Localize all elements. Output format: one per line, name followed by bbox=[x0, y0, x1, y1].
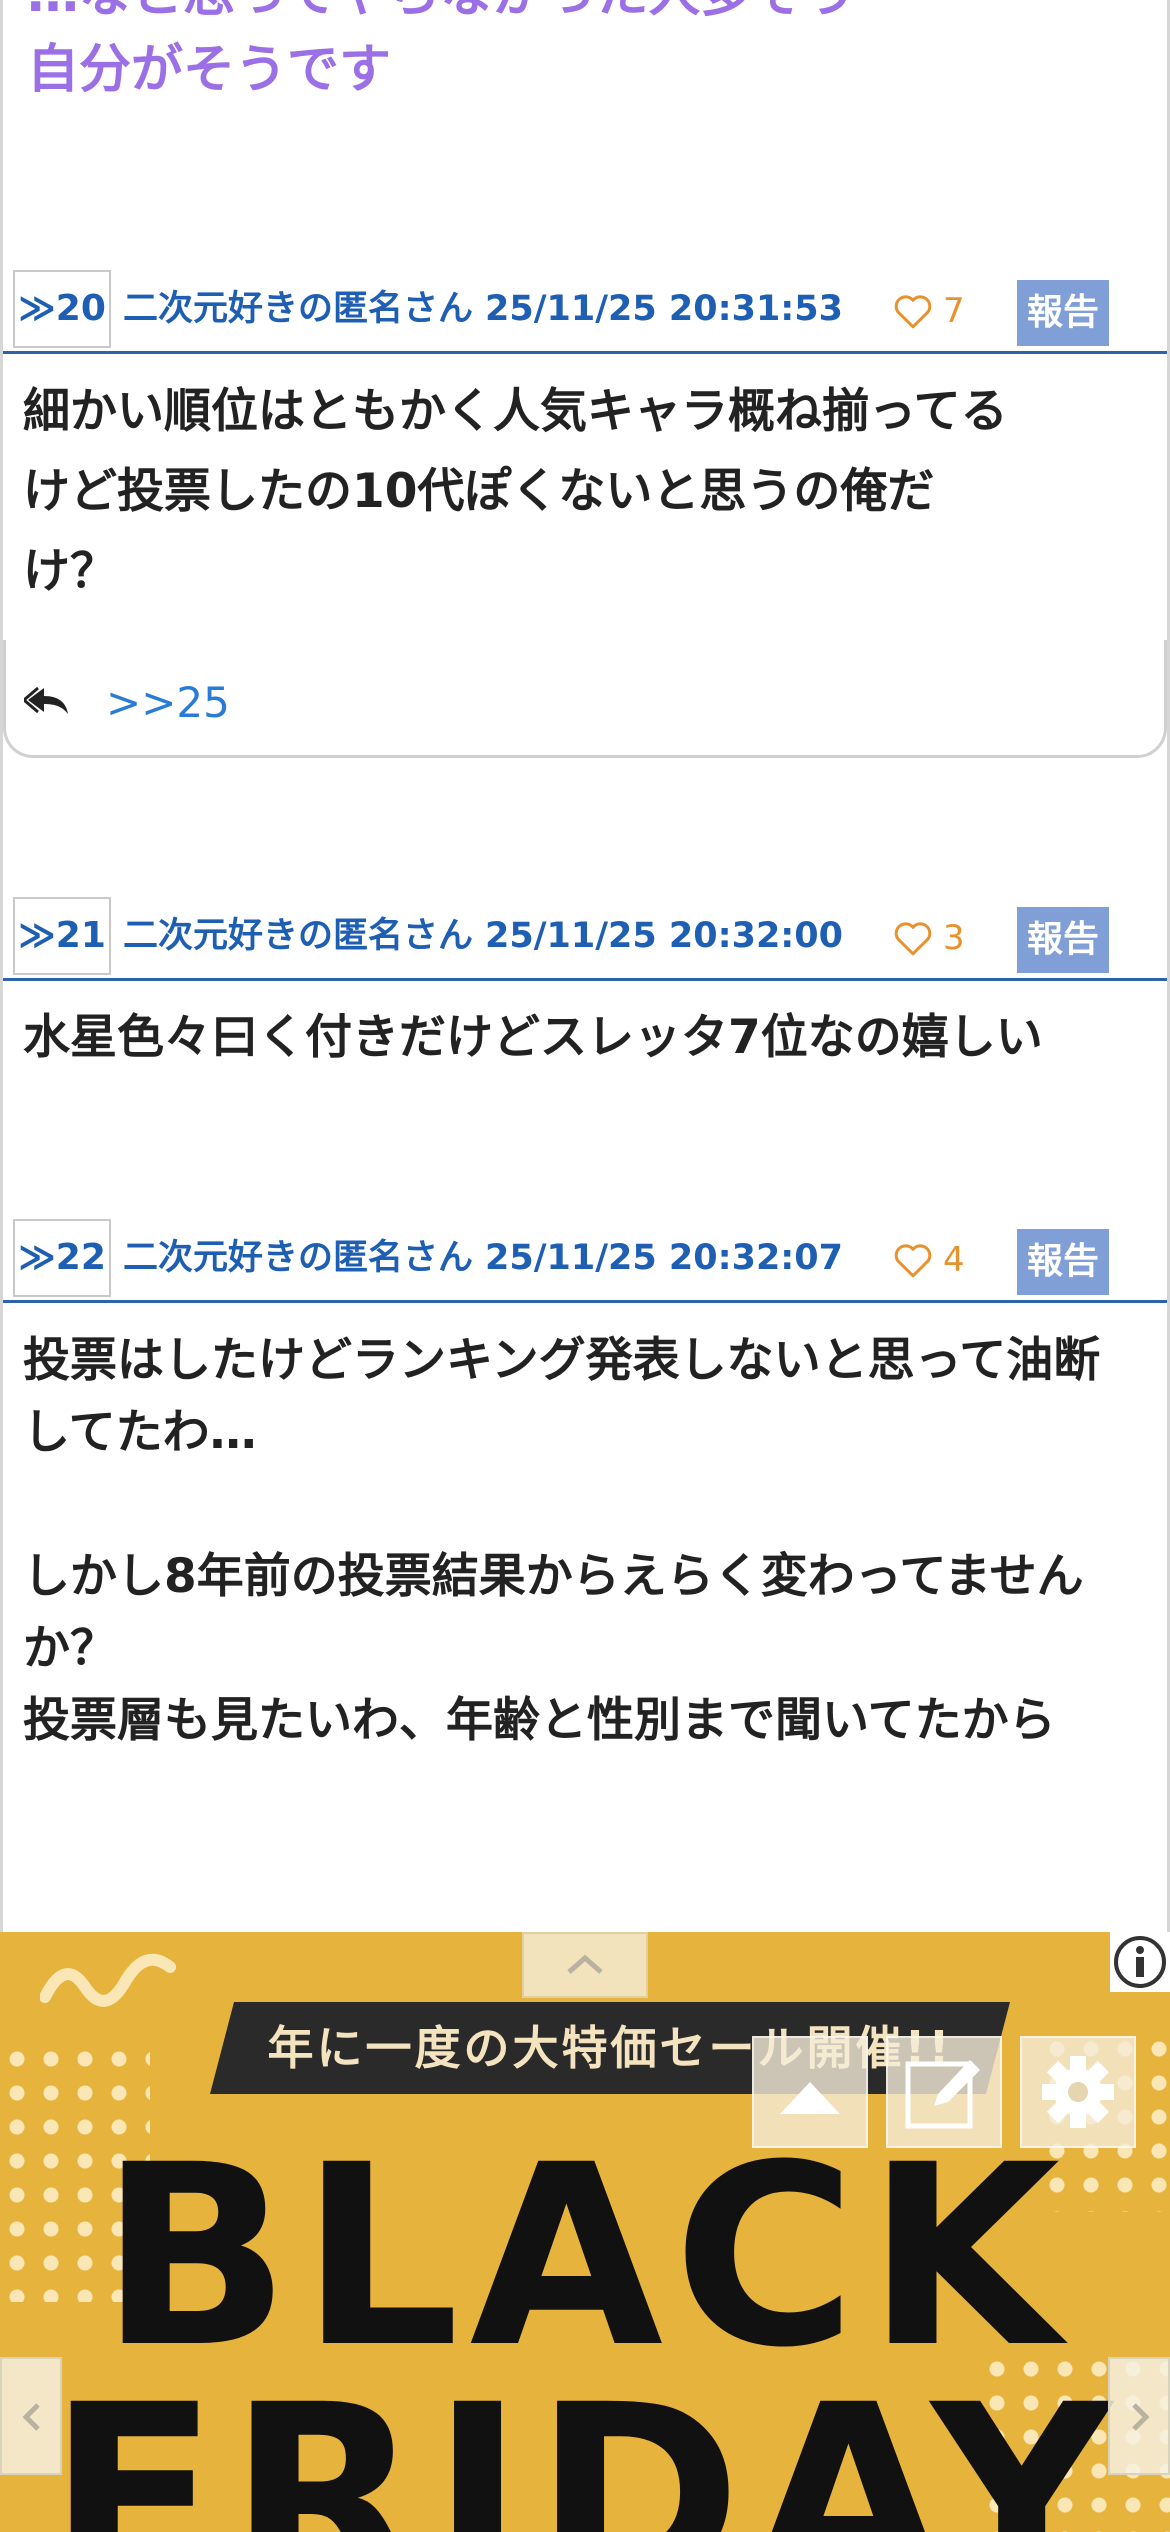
post-line: しかし8年前の投票結果からえらく変わってません bbox=[23, 1549, 1084, 1604]
collapse-ad-button[interactable] bbox=[522, 1932, 648, 1998]
post-header: ≫21 二次元好きの匿名さん 25/11/25 20:32:00 3 報告 bbox=[3, 897, 1167, 981]
post-datetime: 25/11/25 20:32:07 bbox=[485, 1238, 843, 1278]
quote-line: …なと思ってやらなかった人多そう bbox=[27, 0, 1127, 32]
quoted-text: …なと思ってやらなかった人多そう 自分がそうです bbox=[27, 0, 1127, 120]
post-line bbox=[23, 1469, 1143, 1541]
post-datetime: 25/11/25 20:32:00 bbox=[485, 916, 843, 956]
like-count: 7 bbox=[943, 291, 965, 331]
post-line: 水星色々曰く付きだけどスレッタ7位なの嬉しい bbox=[23, 1010, 1043, 1065]
post-line: 細かい順位はともかく人気キャラ概ね揃ってる bbox=[23, 384, 1008, 439]
pencil-icon bbox=[905, 2060, 980, 2129]
ad-title-line: FRIDAY bbox=[47, 2351, 1123, 2532]
like-button[interactable]: 7 bbox=[893, 270, 965, 352]
post-number-button[interactable]: ≫22 bbox=[13, 1219, 111, 1297]
like-count: 4 bbox=[943, 1240, 965, 1280]
post-footer: >>25 bbox=[3, 640, 1167, 758]
triangle-up-icon bbox=[780, 2082, 840, 2114]
post-body: 水星色々曰く付きだけどスレッタ7位なの嬉しい bbox=[23, 998, 1143, 1078]
post-line: 投票層も見たいわ、年齢と性別まで聞いてたから bbox=[23, 1693, 1056, 1748]
post-datetime: 25/11/25 20:31:53 bbox=[485, 289, 843, 329]
chevron-left-icon bbox=[22, 2403, 40, 2431]
reply-icon bbox=[24, 686, 68, 714]
post-line: け？ bbox=[23, 544, 117, 599]
compose-button[interactable] bbox=[886, 2036, 1002, 2148]
post-meta: 二次元好きの匿名さん 25/11/25 20:31:53 bbox=[123, 270, 843, 348]
quote-line: 自分がそうです bbox=[27, 40, 392, 100]
chevron-right-icon bbox=[1132, 2403, 1150, 2431]
post-body: 細かい順位はともかく人気キャラ概ね揃ってる けど投票したの10代ぽくないと思うの… bbox=[23, 372, 1143, 612]
author-name: 二次元好きの匿名さん bbox=[123, 916, 474, 956]
post-meta: 二次元好きの匿名さん 25/11/25 20:32:07 bbox=[123, 1219, 843, 1297]
post-line: 投票はしたけどランキング発表しないと思って油断 bbox=[23, 1333, 1101, 1388]
heart-icon bbox=[894, 921, 932, 955]
thread-page: …なと思ってやらなかった人多そう 自分がそうです ≫20 二次元好きの匿名さん 2… bbox=[0, 0, 1170, 1932]
scroll-top-button[interactable] bbox=[752, 2036, 868, 2148]
prev-ad-button[interactable] bbox=[0, 2357, 62, 2475]
chevron-up-icon bbox=[567, 1954, 603, 1974]
author-name: 二次元好きの匿名さん bbox=[123, 289, 474, 329]
ad-banner[interactable]: 年に一度の大特価セール開催!! BLACK FRIDAY bbox=[0, 1932, 1170, 2532]
like-button[interactable]: 4 bbox=[893, 1219, 965, 1301]
post-body: 投票はしたけどランキング発表しないと思って油断 してたわ… しかし8年前の投票結… bbox=[23, 1325, 1143, 1757]
ad-info-button[interactable] bbox=[1110, 1932, 1170, 1992]
post-number-button[interactable]: ≫21 bbox=[13, 897, 111, 975]
report-button[interactable]: 報告 bbox=[1017, 1229, 1109, 1295]
info-icon bbox=[1114, 1936, 1166, 1988]
settings-button[interactable] bbox=[1020, 2036, 1136, 2148]
reply-link[interactable]: >>25 bbox=[106, 676, 230, 730]
post-line: か？ bbox=[23, 1621, 117, 1676]
wave-decoration bbox=[40, 1953, 176, 2007]
author-name: 二次元好きの匿名さん bbox=[123, 1238, 474, 1278]
heart-icon bbox=[894, 1243, 932, 1277]
heart-icon bbox=[894, 294, 932, 328]
post-meta: 二次元好きの匿名さん 25/11/25 20:32:00 bbox=[123, 897, 843, 975]
ad-title-line: BLACK bbox=[99, 2111, 1071, 2402]
post-line: してたわ… bbox=[23, 1405, 257, 1460]
like-button[interactable]: 3 bbox=[893, 897, 965, 979]
report-button[interactable]: 報告 bbox=[1017, 280, 1109, 346]
like-count: 3 bbox=[943, 918, 965, 958]
report-button[interactable]: 報告 bbox=[1017, 907, 1109, 973]
post-header: ≫20 二次元好きの匿名さん 25/11/25 20:31:53 7 報告 bbox=[3, 270, 1167, 354]
post-number-button[interactable]: ≫20 bbox=[13, 270, 111, 348]
post-line: けど投票したの10代ぽくないと思うの俺だ bbox=[23, 464, 935, 519]
gear-icon bbox=[1042, 2056, 1114, 2128]
post-header: ≫22 二次元好きの匿名さん 25/11/25 20:32:07 4 報告 bbox=[3, 1219, 1167, 1303]
next-ad-button[interactable] bbox=[1108, 2357, 1170, 2475]
